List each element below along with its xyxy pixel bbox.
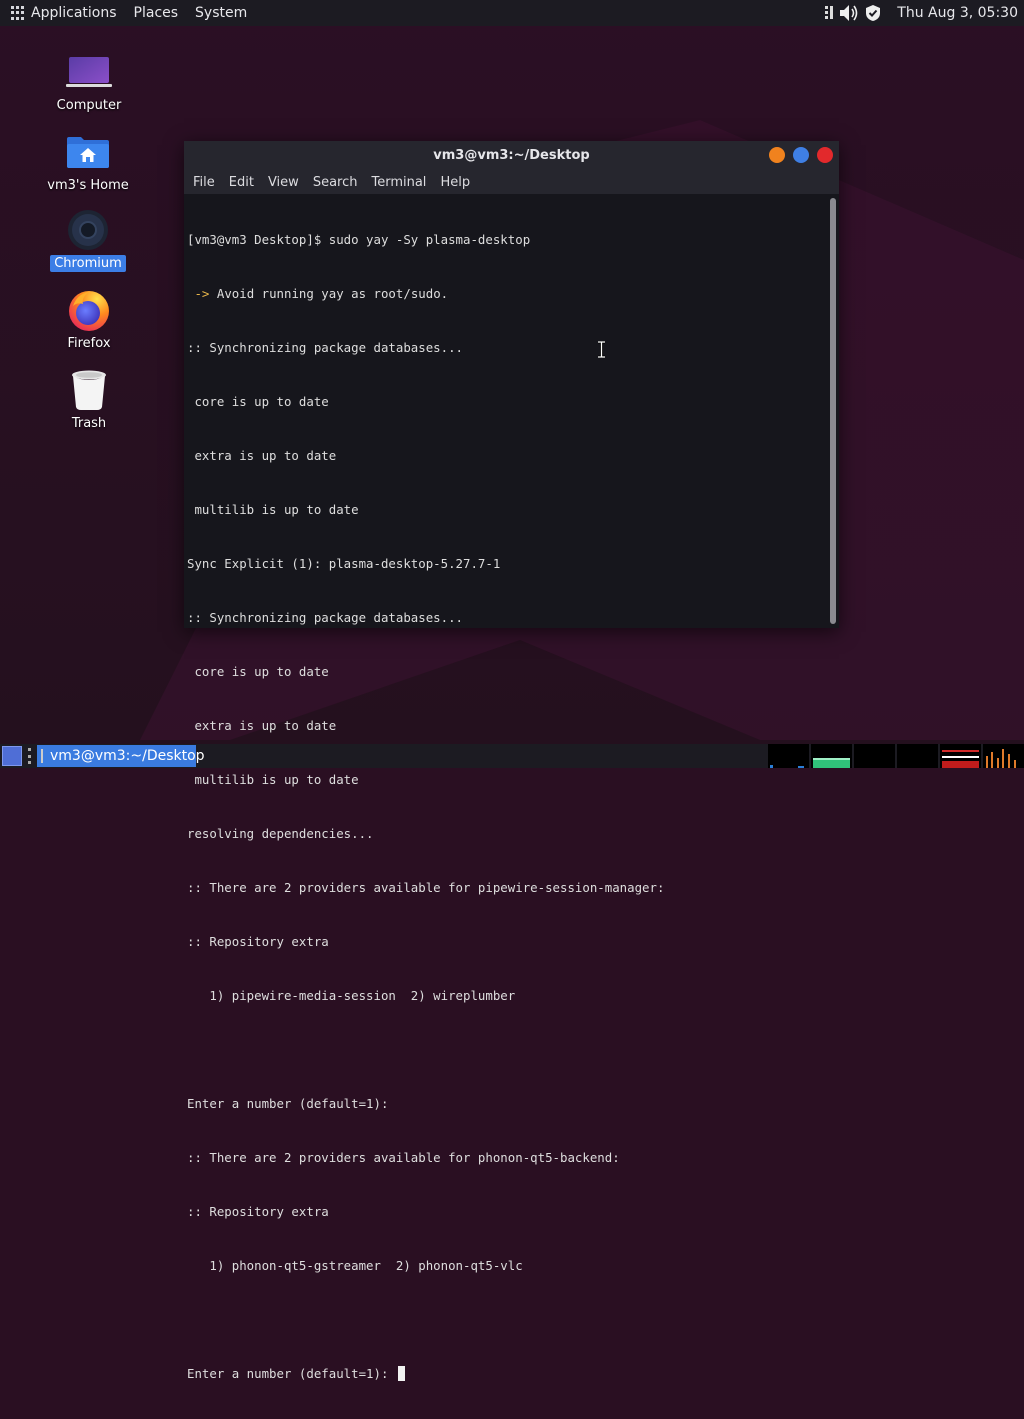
panel-handle-icon[interactable] [28,748,32,764]
system-tray: Thu Aug 3, 05:30 [825,3,1018,23]
terminal-window[interactable]: vm3@vm3:~/Desktop File Edit View Search … [184,141,839,1381]
desktop-icon-chromium[interactable]: Chromium [43,210,133,272]
terminal-line: :: Repository extra [187,934,329,949]
volume-icon[interactable] [839,3,859,23]
close-button[interactable] [817,147,833,163]
firefox-icon [44,290,134,331]
terminal-menubar: File Edit View Search Terminal Help [184,170,839,194]
desktop-icon-firefox[interactable]: Firefox [44,290,134,352]
terminal-icon [41,749,43,763]
desktop-icon-trash[interactable]: Trash [44,370,134,432]
home-folder-icon [43,132,133,172]
desktop-icon-label: Chromium [50,255,126,272]
trash-icon [44,370,134,410]
scrollbar-thumb[interactable] [830,198,836,624]
terminal-line: core is up to date [187,664,329,679]
terminal-line: :: Synchronizing package databases... [187,340,464,355]
desktop-icon-label: Trash [71,416,107,431]
load-monitor[interactable] [940,744,981,768]
text-cursor [397,1366,405,1381]
ibeam-cursor-icon [598,341,605,358]
desktop-icon-home[interactable]: vm3's Home [43,132,133,194]
arrow-glyph: -> [187,286,210,301]
computer-icon [44,52,134,92]
bottom-panel: vm3@vm3:~/Desktop [0,744,1024,768]
desktop-icon-label: vm3's Home [47,178,129,193]
terminal-line: core is up to date [187,394,329,409]
terminal-line: [vm3@vm3 Desktop]$ sudo yay -Sy plasma-d… [187,232,531,247]
taskbar-item-terminal[interactable]: vm3@vm3:~/Desktop [37,745,205,767]
clock[interactable]: Thu Aug 3, 05:30 [897,5,1018,21]
desktop-icon-label: Computer [56,98,122,113]
terminal-line: Enter a number (default=1): [187,1096,389,1111]
terminal-line: extra is up to date [187,448,337,463]
disk-monitor[interactable] [983,744,1024,768]
menu-edit[interactable]: Edit [229,175,254,190]
terminal-line: :: Synchronizing package databases... [187,610,464,625]
terminal-titlebar[interactable]: vm3@vm3:~/Desktop [184,141,839,170]
menu-view[interactable]: View [268,175,299,190]
terminal-line: :: There are 2 providers available for p… [187,1150,620,1165]
menu-system[interactable]: System [195,5,247,21]
window-title: vm3@vm3:~/Desktop [433,148,590,163]
terminal-line: 1) phonon-qt5-gstreamer 2) phonon-qt5-vl… [187,1258,523,1273]
taskbar-item-label: vm3@vm3:~/Desktop [50,748,205,764]
minimize-button[interactable] [769,147,785,163]
network-monitor[interactable] [854,744,895,768]
menu-search[interactable]: Search [313,175,358,190]
network-icon[interactable] [825,3,834,23]
terminal-line: multilib is up to date [187,772,359,787]
window-controls [769,147,833,163]
terminal-line: resolving dependencies... [187,826,374,841]
shield-icon[interactable] [865,3,881,23]
desktop-icon-label: Firefox [67,336,111,351]
menu-help[interactable]: Help [440,175,470,190]
chromium-icon [43,210,133,250]
top-panel: Applications Places System Thu Aug 3, 05… [0,0,1024,26]
apps-grid-icon[interactable] [11,6,25,20]
terminal-output: [vm3@vm3 Desktop]$ sudo yay -Sy plasma-d… [187,195,825,1419]
swap-monitor[interactable] [897,744,938,768]
maximize-button[interactable] [793,147,809,163]
menu-terminal[interactable]: Terminal [371,175,426,190]
terminal-line: :: There are 2 providers available for p… [187,880,665,895]
menu-places[interactable]: Places [134,5,179,21]
cpu-monitor[interactable] [768,744,809,768]
terminal-line: Sync Explicit (1): plasma-desktop-5.27.7… [187,556,501,571]
terminal-line: extra is up to date [187,718,337,733]
terminal-line: 1) pipewire-media-session 2) wireplumber [187,988,516,1003]
terminal-line: :: Repository extra [187,1204,329,1219]
terminal-scrollbar[interactable] [830,198,836,624]
terminal-line: multilib is up to date [187,502,359,517]
terminal-line: -> Avoid running yay as root/sudo. [187,286,449,301]
menu-applications[interactable]: Applications [31,5,117,21]
show-desktop-button[interactable] [2,746,22,766]
memory-monitor[interactable] [811,744,852,768]
terminal-output-area[interactable]: [vm3@vm3 Desktop]$ sudo yay -Sy plasma-d… [184,194,839,1381]
desktop-icon-computer[interactable]: Computer [44,52,134,114]
system-monitors [768,744,1024,768]
menu-file[interactable]: File [193,175,215,190]
terminal-prompt-line[interactable]: Enter a number (default=1): [187,1365,825,1383]
